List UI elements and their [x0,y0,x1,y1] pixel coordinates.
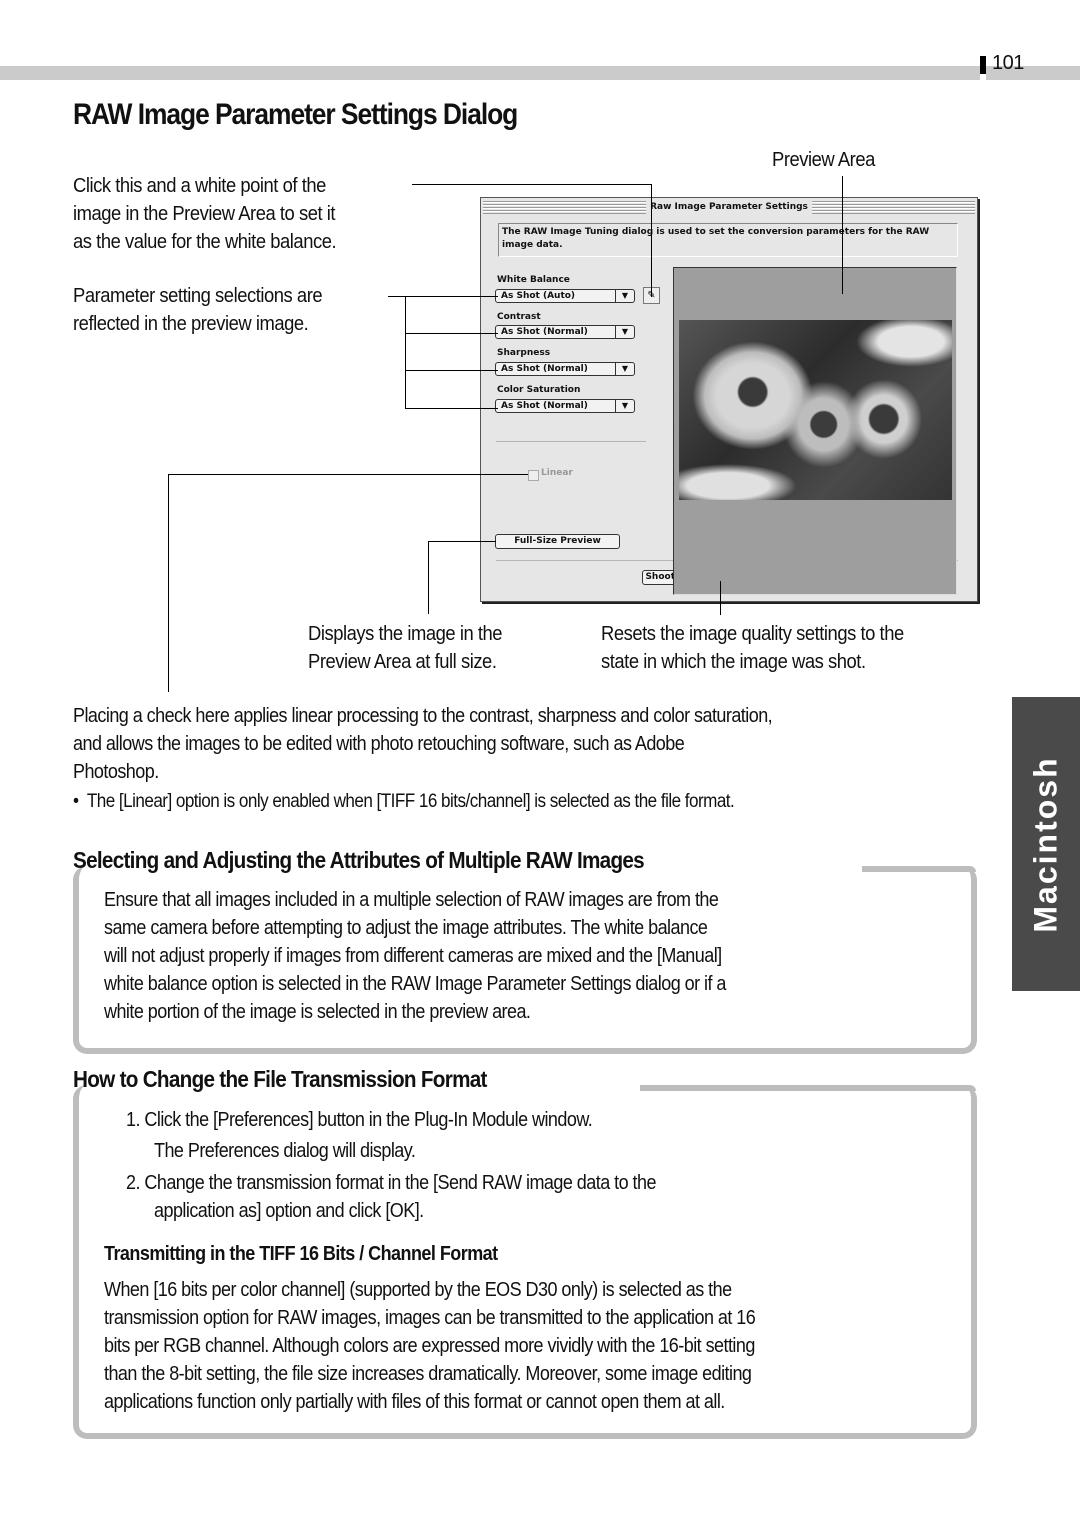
sharpness-label: Sharpness [497,348,551,358]
callout-full-size: Displays the image in the Preview Area a… [308,620,503,676]
callout-line: Click this and a white point of the [73,175,326,197]
chevron-down-icon: ▼ [615,290,634,302]
linear-checkbox[interactable] [528,470,539,481]
section-heading-multiple: Selecting and Adjusting the Attributes o… [73,847,645,873]
page-number: 101 [992,52,1024,74]
dialog-titlebar[interactable]: Raw Image Parameter Settings [483,200,975,214]
leader-line [168,474,528,475]
white-balance-value: As Shot (Auto) [501,291,576,301]
chevron-down-icon: ▼ [615,363,634,375]
callout-eyedropper: Click this and a white point of the imag… [73,172,337,256]
linear-note: Placing a check here applies linear proc… [73,702,973,786]
contrast-value: As Shot (Normal) [501,327,588,337]
step-number: 2. [126,1172,140,1194]
color-saturation-label: Color Saturation [497,385,581,395]
text-line: white balance option is selected in the … [104,973,726,995]
dialog-description: The RAW Image Tuning dialog is used to s… [498,223,958,257]
callout-preview-area: Preview Area [772,149,875,171]
text-line: same camera before attempting to adjust … [104,917,708,939]
subheading-tiff16: Transmitting in the TIFF 16 Bits / Chann… [104,1243,498,1265]
page-marker [980,56,986,74]
linear-note-bullet: • The [Linear] option is only enabled wh… [73,788,982,816]
text-line: white portion of the image is selected i… [104,1001,531,1023]
white-balance-select[interactable]: As Shot (Auto) ▼ [495,289,635,303]
callout-line: image in the Preview Area to set it [73,203,336,225]
callout-line: reflected in the preview image. [73,313,309,335]
color-saturation-value: As Shot (Normal) [501,401,588,411]
step-2: 2. Change the transmission format in the… [126,1169,936,1197]
step-1: 1. Click the [Preferences] button in the… [126,1106,936,1134]
sharpness-value: As Shot (Normal) [501,364,588,374]
leader-line [428,541,496,542]
text-line: Placing a check here applies linear proc… [73,705,773,727]
bullet-icon: • [73,791,87,812]
callout-parameters: Parameter setting selections are reflect… [73,282,323,338]
text-line: and allows the images to be edited with … [73,733,685,755]
text-line: When [16 bits per color channel] (suppor… [104,1279,732,1301]
text-line: Ensure that all images included in a mul… [104,889,719,911]
step-text: Click the [Preferences] button in the Pl… [144,1109,593,1131]
tiff16-body: When [16 bits per color channel] (suppor… [104,1276,968,1416]
chevron-down-icon: ▼ [615,326,634,338]
white-balance-label: White Balance [497,275,570,285]
linear-label: Linear [541,468,573,478]
step-text: Change the transmission format in the [S… [144,1172,656,1194]
text-line: transmission option for RAW images, imag… [104,1307,756,1329]
raw-parameter-dialog: Raw Image Parameter Settings The RAW Ima… [480,197,978,602]
page-marker-gap [980,74,986,80]
full-size-preview-button[interactable]: Full-Size Preview [495,534,620,549]
leader-line [720,581,721,615]
leader-line [842,176,843,294]
text-line: Photoshop. [73,761,159,783]
leader-line [405,296,406,409]
sharpness-select[interactable]: As Shot (Normal) ▼ [495,362,635,376]
chevron-down-icon: ▼ [615,400,634,412]
dialog-title: Raw Image Parameter Settings [646,200,812,214]
callout-line: as the value for the white balance. [73,231,337,253]
side-tab-label-wrap: Macintosh [1012,697,1080,991]
contrast-select[interactable]: As Shot (Normal) ▼ [495,325,635,339]
divider [496,441,646,442]
text-line: bits per RGB channel. Although colors ar… [104,1335,755,1357]
step-result: The Preferences dialog will display. [154,1140,416,1162]
section-heading-format: How to Change the File Transmission Form… [73,1066,487,1092]
callout-shooting-settings: Resets the image quality settings to the… [601,620,904,676]
leader-line [405,370,498,371]
step-number: 1. [126,1109,140,1131]
callout-line: Parameter setting selections are [73,285,323,307]
callout-line: Displays the image in the [308,623,503,645]
step-text-cont: application as] option and click [OK]. [154,1200,424,1222]
bullet-text: The [Linear] option is only enabled when… [86,791,735,812]
side-tab-label: Macintosh [1027,755,1064,933]
callout-line: Preview Area at full size. [308,651,497,673]
callout-line: state in which the image was shot. [601,651,866,673]
leader-line [168,474,169,692]
leader-line [405,333,498,334]
section-multiple-body: Ensure that all images included in a mul… [104,886,959,1026]
preview-area[interactable] [673,267,957,595]
preview-image[interactable] [679,320,952,500]
page-title: RAW Image Parameter Settings Dialog [73,98,518,131]
leader-line [651,184,652,297]
text-line: applications function only partially wit… [104,1391,725,1413]
text-line: will not adjust properly if images from … [104,945,722,967]
callout-line: Resets the image quality settings to the [601,623,904,645]
leader-line [405,408,498,409]
header-bar [0,66,1080,80]
leader-line [412,184,652,185]
contrast-label: Contrast [497,312,541,322]
leader-line [428,541,429,614]
color-saturation-select[interactable]: As Shot (Normal) ▼ [495,399,635,413]
text-line: than the 8-bit setting, the file size in… [104,1363,752,1385]
